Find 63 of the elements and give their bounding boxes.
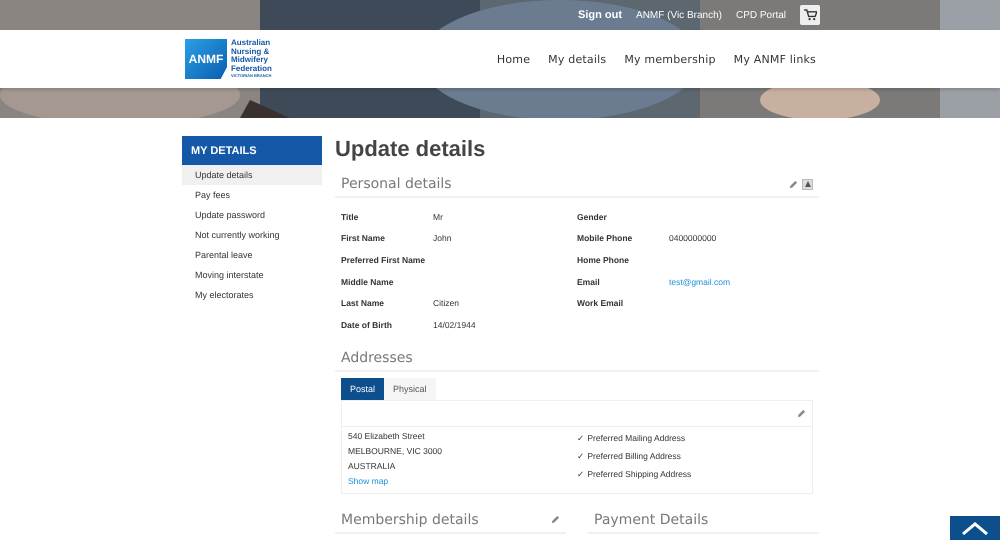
edit-button[interactable] — [789, 180, 798, 188]
logo-text: Australian — [231, 39, 272, 48]
preference-text: ✓ Preferred Mailing Address — [577, 432, 686, 445]
nav-link[interactable]: My membership — [624, 52, 716, 66]
field-label: Work Email — [577, 298, 624, 308]
field-value: Mr — [433, 212, 443, 222]
pencil-icon — [797, 408, 806, 418]
field-value: 0400000000 — [669, 233, 716, 244]
sidebar-item[interactable]: My electorates — [182, 285, 322, 305]
top-link[interactable]: Sign out — [578, 9, 622, 21]
field-label: First Name — [341, 233, 386, 244]
field-value: Citizen — [433, 298, 459, 308]
field-label: Last Name — [341, 298, 385, 308]
section-title: Payment Details — [594, 512, 708, 528]
field-label: Date of Birth — [341, 320, 393, 330]
section-title: Personal details — [341, 176, 452, 192]
preference-text: ✓ Preferred Billing Address — [577, 450, 682, 463]
email-link[interactable]: test@gmail.com — [669, 276, 730, 287]
sidebar-title: MY DETAILS — [182, 136, 322, 165]
collapse-button[interactable] — [802, 178, 813, 190]
field-label: Home Phone — [577, 254, 630, 265]
section-title: Membership details — [341, 512, 479, 528]
nav-link[interactable]: My details — [548, 52, 606, 66]
field-label: Middle Name — [341, 276, 394, 287]
address-tab[interactable]: Postal — [341, 378, 384, 400]
sidebar-item[interactable]: Update password — [182, 205, 322, 225]
show-map-link[interactable]: Show map — [348, 474, 577, 489]
address-tab[interactable]: Physical — [384, 378, 436, 400]
logo-text: Nursing & — [231, 48, 270, 56]
address-line: MELBOURNE, VIC 3000 — [348, 444, 444, 458]
cart-icon — [804, 9, 816, 21]
page-title: Update details — [335, 136, 486, 162]
chevron-up-icon — [961, 521, 989, 535]
field-value: 14/02/1944 — [433, 320, 476, 330]
pencil-icon — [789, 180, 798, 188]
field-label: Email — [577, 276, 601, 287]
sidebar-item[interactable]: Not currently working — [182, 225, 322, 245]
cart-button[interactable] — [800, 5, 820, 25]
address-line: AUSTRALIA — [348, 460, 396, 473]
edit-button[interactable] — [551, 515, 560, 524]
field-label: Title — [341, 212, 360, 222]
top-link[interactable]: CPD Portal — [736, 10, 786, 20]
scroll-top-button[interactable] — [950, 516, 1000, 540]
logo-text: Federation — [231, 64, 272, 73]
sidebar-item[interactable]: Update details — [182, 165, 322, 185]
sidebar-item[interactable]: Moving interstate — [182, 265, 322, 285]
logo-mark: ANMF — [185, 39, 227, 79]
top-link[interactable]: ANMF (Vic Branch) — [636, 10, 722, 20]
logo-text: Midwifery — [231, 56, 269, 64]
field-label: Gender — [577, 212, 608, 222]
nav-link[interactable]: Home — [496, 52, 530, 66]
sidebar-item[interactable]: Parental leave — [182, 245, 322, 265]
field-value: John — [433, 233, 452, 244]
field-label: Mobile Phone — [577, 233, 634, 244]
address-line: 540 Elizabeth Street — [348, 430, 426, 443]
field-label: Preferred First Name — [341, 254, 426, 265]
preference-text: ✓ Preferred Shipping Address — [577, 468, 692, 481]
section-title: Addresses — [341, 350, 413, 366]
pencil-icon — [551, 515, 560, 524]
sidebar-item[interactable]: Pay fees — [182, 185, 322, 205]
nav-link[interactable]: My ANMF links — [734, 52, 816, 66]
triangle-up-icon — [804, 181, 810, 187]
edit-button[interactable] — [797, 408, 806, 418]
